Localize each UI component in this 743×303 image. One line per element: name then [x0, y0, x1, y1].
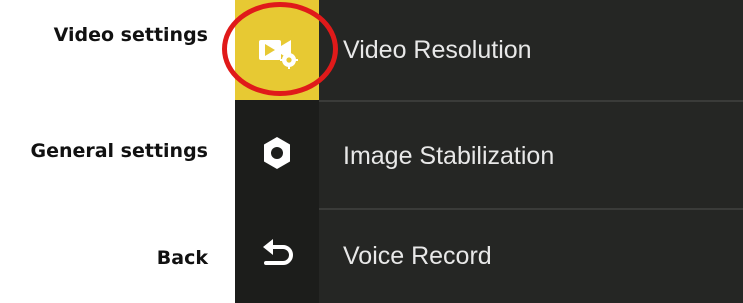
- general-settings-tab[interactable]: [235, 100, 319, 206]
- menu-item-voice-record[interactable]: Voice Record: [319, 210, 743, 303]
- menu-item-video-resolution[interactable]: Video Resolution: [319, 0, 743, 102]
- settings-menu-list: Video Resolution Image Stabilization Voi…: [319, 0, 743, 303]
- video-settings-tab[interactable]: [235, 0, 319, 100]
- back-callout: Back: [156, 247, 208, 269]
- gear-icon: [264, 137, 290, 169]
- general-settings-callout: General settings: [30, 140, 208, 162]
- back-arrow-icon: [263, 238, 293, 265]
- menu-item-image-stabilization[interactable]: Image Stabilization: [319, 104, 743, 210]
- video-settings-icon: [259, 40, 298, 69]
- back-tab[interactable]: [235, 206, 319, 303]
- callout-labels: Video settings General settings Back: [0, 0, 232, 303]
- video-settings-callout: Video settings: [53, 24, 208, 46]
- settings-category-rail: [235, 0, 319, 303]
- menu-item-label: Video Resolution: [343, 35, 532, 64]
- menu-item-label: Image Stabilization: [343, 141, 555, 170]
- camera-settings-screen: Video Resolution Image Stabilization Voi…: [235, 0, 743, 303]
- menu-item-label: Voice Record: [343, 242, 492, 270]
